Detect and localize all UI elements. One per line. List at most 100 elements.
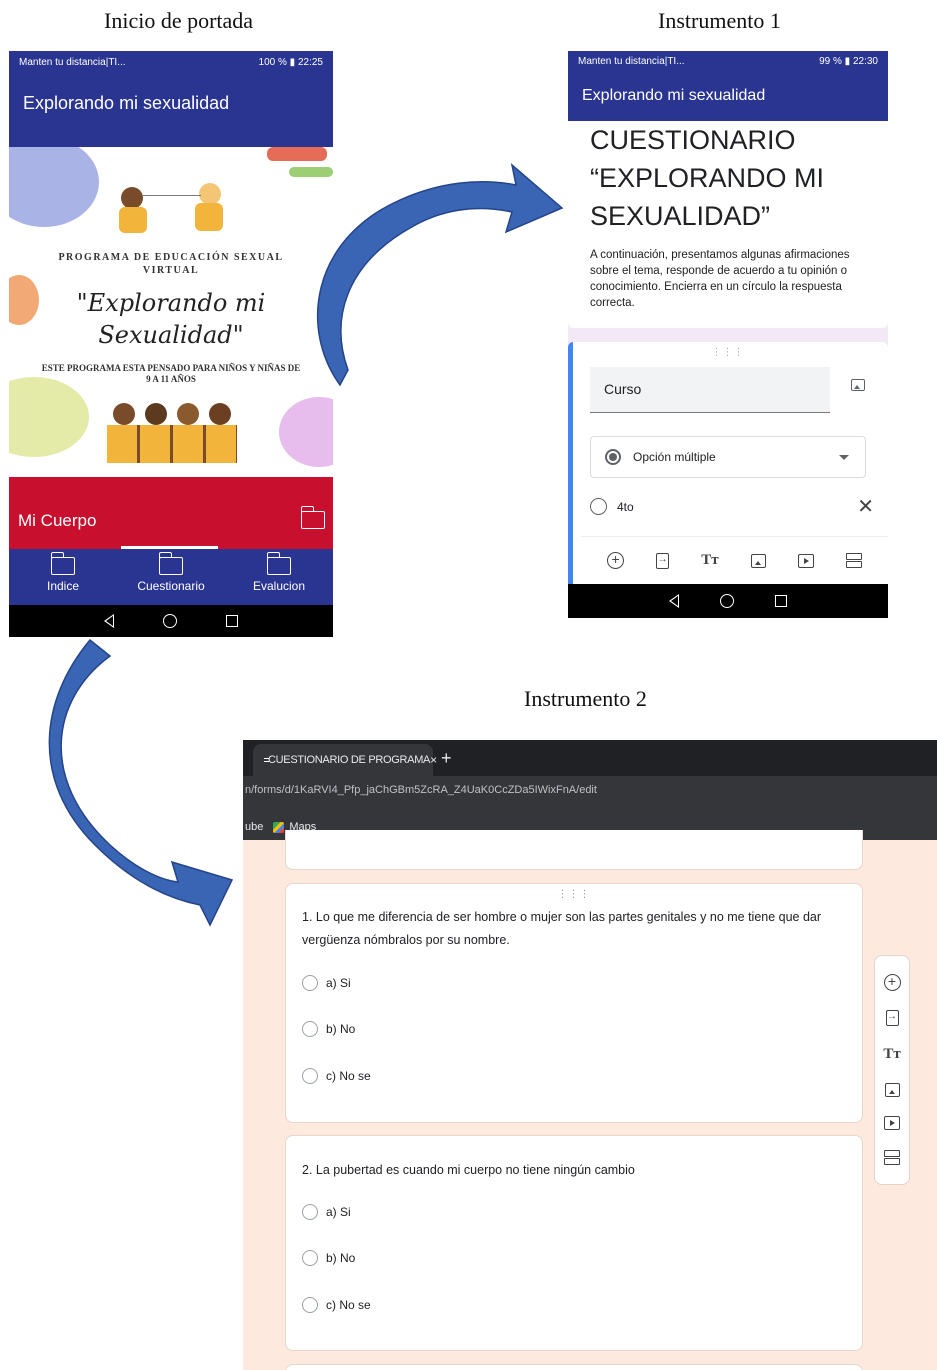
radio-option-icon[interactable]	[590, 498, 607, 515]
new-tab-button[interactable]: +	[441, 748, 452, 769]
nav-label: Indice	[46, 579, 80, 593]
add-title-icon[interactable]: Tт	[883, 1046, 900, 1063]
form-description[interactable]: A continuación, presentamos algunas afir…	[568, 247, 888, 311]
arrow-to-instrumento-2	[48, 638, 234, 927]
radio-button-icon	[605, 449, 621, 465]
status-bar: Manten tu distancia|TI... 99 % ▮ 22:30	[568, 51, 888, 71]
add-section-icon[interactable]	[884, 1150, 900, 1166]
nav-item-evalucion[interactable]: Evalucion	[225, 549, 333, 605]
active-card-accent	[568, 342, 573, 618]
status-right-text: 100 % ▮ 22:25	[258, 56, 323, 68]
recent-apps-icon[interactable]	[775, 595, 788, 607]
option-row[interactable]: a) Si	[302, 1204, 351, 1220]
option-label[interactable]: c) No se	[326, 1298, 371, 1312]
status-bar: Manten tu distancia|TI... 100 % ▮ 22:25	[9, 51, 333, 73]
maps-icon	[273, 821, 285, 833]
folder-icon	[158, 552, 183, 575]
browser-tab[interactable]: CUESTIONARIO DE PROGRAMA ×	[253, 744, 437, 776]
back-icon[interactable]	[668, 594, 679, 608]
form-title[interactable]: CUESTIONARIO “EXPLORANDO MI SEXUALIDAD”	[568, 121, 888, 235]
home-icon[interactable]	[162, 614, 177, 628]
radio-option-icon[interactable]	[302, 1250, 318, 1266]
option-row[interactable]: 4to	[590, 498, 634, 515]
phone-screenshot-inicio: Manten tu distancia|TI... 100 % ▮ 22:25 …	[9, 51, 333, 637]
status-left-text: Manten tu distancia|TI...	[19, 56, 126, 68]
radio-option-icon[interactable]	[302, 1068, 318, 1084]
question-type-select[interactable]: Opción múltiple	[590, 436, 866, 478]
add-image-icon[interactable]	[750, 553, 766, 568]
option-row[interactable]: c) No se	[302, 1297, 371, 1313]
folder-icon	[266, 552, 291, 575]
option-label[interactable]: 4to	[617, 500, 634, 514]
question-card-2[interactable]: 2. La pubertad es cuando mi cuerpo no ti…	[285, 1135, 863, 1351]
browser-screenshot-instrumento-2: CUESTIONARIO DE PROGRAMA × + n/forms/d/1…	[243, 740, 937, 1370]
tab-title: CUESTIONARIO DE PROGRAMA	[268, 754, 431, 766]
add-video-icon[interactable]	[797, 553, 814, 568]
add-image-icon[interactable]	[851, 379, 865, 391]
radio-option-icon[interactable]	[302, 975, 318, 991]
drag-handle-icon[interactable]: ⋮⋮⋮	[286, 889, 862, 900]
recent-apps-icon[interactable]	[226, 615, 239, 627]
import-questions-icon[interactable]: →	[885, 1010, 899, 1027]
banner-title: "Explorando mi Sexualidad"	[76, 289, 266, 349]
folder-icon[interactable]	[300, 506, 325, 529]
home-icon[interactable]	[719, 594, 734, 608]
radio-option-icon[interactable]	[302, 1297, 318, 1313]
decor-stroke-red	[267, 147, 327, 161]
decor-stroke-orange	[9, 275, 39, 325]
banner-kicker: PROGRAMA DE EDUCACIÓN SEXUAL VIRTUAL	[58, 252, 284, 276]
nav-item-cuestionario[interactable]: Cuestionario	[117, 549, 225, 605]
nav-label: Evalucion	[252, 579, 306, 593]
add-title-icon[interactable]: Tт	[701, 552, 718, 569]
app-title: Explorando mi sexualidad	[9, 73, 333, 147]
tab-strip: CUESTIONARIO DE PROGRAMA × +	[243, 740, 937, 776]
add-video-icon[interactable]	[884, 1116, 900, 1131]
caption-instrumento-2: Instrumento 2	[524, 686, 647, 711]
folder-icon	[50, 552, 75, 575]
children-group-illustration	[105, 403, 245, 465]
previous-card	[285, 830, 863, 870]
next-card	[285, 1364, 863, 1370]
address-bar[interactable]: n/forms/d/1KaRVI4_Pfp_jaChGBm5ZcRA_Z4UaK…	[243, 776, 937, 806]
import-questions-icon[interactable]: →	[656, 552, 670, 569]
back-icon[interactable]	[103, 614, 114, 628]
carousel-dots[interactable]: ● ● ●	[9, 464, 333, 473]
close-tab-icon[interactable]: ×	[430, 753, 437, 767]
dropdown-arrow-icon	[839, 455, 849, 460]
program-banner[interactable]: PROGRAMA DE EDUCACIÓN SEXUAL VIRTUAL "Ex…	[9, 147, 333, 477]
phone-screenshot-instrumento-1: Manten tu distancia|TI... 99 % ▮ 22:30 E…	[568, 51, 888, 618]
option-row[interactable]: b) No	[302, 1021, 355, 1037]
category-label: Mi Cuerpo	[18, 511, 97, 530]
arrow-to-instrumento-1	[316, 163, 564, 387]
status-left-text: Manten tu distancia|TI...	[578, 55, 685, 67]
radio-option-icon[interactable]	[302, 1204, 318, 1220]
android-navigation-bar	[9, 605, 333, 637]
drag-handle-icon[interactable]: ⋮⋮⋮	[568, 347, 888, 358]
option-row[interactable]: a) Si	[302, 975, 351, 991]
question-type-label: Opción múltiple	[633, 450, 716, 464]
option-label[interactable]: a) Si	[326, 976, 351, 990]
selected-tab-indicator	[121, 546, 218, 549]
remove-option-icon[interactable]: ✕	[857, 494, 874, 519]
bookmark-youtube[interactable]: ube	[245, 821, 263, 833]
question-title-field[interactable]: Curso	[590, 367, 830, 413]
banner-subtitle: ESTE PROGRAMA ESTA PENSADO PARA NIÑOS Y …	[41, 363, 301, 384]
category-bar[interactable]: Mi Cuerpo	[9, 477, 333, 549]
add-section-icon[interactable]	[845, 552, 862, 569]
option-label[interactable]: b) No	[326, 1251, 355, 1265]
option-label[interactable]: a) Si	[326, 1205, 351, 1219]
add-image-icon[interactable]	[884, 1082, 900, 1097]
app-title: Explorando mi sexualidad	[568, 71, 888, 121]
radio-option-icon[interactable]	[302, 1021, 318, 1037]
option-label[interactable]: b) No	[326, 1022, 355, 1036]
decor-handprint-yellow	[9, 377, 89, 457]
add-question-icon[interactable]: +	[607, 552, 625, 569]
add-question-icon[interactable]: +	[883, 973, 901, 991]
question-text[interactable]: 2. La pubertad es cuando mi cuerpo no ti…	[286, 1136, 862, 1182]
decor-stroke-green	[289, 167, 333, 177]
option-row[interactable]: b) No	[302, 1250, 355, 1266]
nav-item-indice[interactable]: Indice	[9, 549, 117, 605]
option-label[interactable]: c) No se	[326, 1069, 371, 1083]
option-row[interactable]: c) No se	[302, 1068, 371, 1084]
question-card-1[interactable]: ⋮⋮⋮ 1. Lo que me diferencia de ser hombr…	[285, 883, 863, 1123]
